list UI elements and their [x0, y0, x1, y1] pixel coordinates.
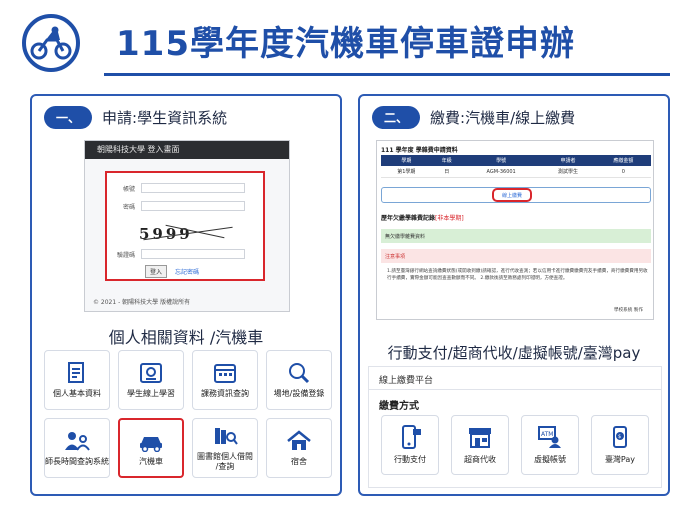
login-screenshot: 朝陽科技大學 登入畫面 帳號 密碼 5999 驗證碼 登入 忘記密碼 © 202… — [84, 140, 290, 312]
method-label: 臺灣Pay — [604, 455, 636, 464]
column-header: 學號 — [461, 155, 541, 166]
atm-virtual-account-icon: ATM — [538, 426, 561, 448]
column-header: 學期 — [381, 155, 432, 166]
motorcycle-rider-icon — [22, 14, 80, 72]
login-button[interactable]: 登入 — [145, 265, 168, 278]
fee-heading: 111 學年度 學雜費申請資料 — [381, 147, 458, 154]
tile-label: 課務資訊查詢 — [201, 388, 249, 398]
tile-dormitory[interactable]: 宿舍 — [266, 418, 332, 478]
tile-venue-booking[interactable]: 場地/設備登錄 — [266, 350, 332, 410]
step-title: 繳費:汽機車/線上繳費 — [430, 109, 576, 127]
method-convenience-store[interactable]: 超商代收 — [451, 415, 509, 475]
service-tile-grid: 個人基本資料 學生線上學習 課務資訊查詢 場地/設備登錄 師長時間查詢系統 汽機… — [44, 350, 332, 478]
platform-title: 線上繳費平台 — [379, 376, 434, 386]
tile-label: 學生線上學習 — [127, 388, 175, 398]
captcha-row: 驗證碼 — [113, 249, 245, 259]
method-label: 超商代收 — [464, 455, 496, 464]
teacher-student-icon — [65, 431, 90, 451]
platform-divider — [369, 389, 661, 390]
svg-text:$: $ — [618, 434, 621, 440]
magnifier-icon — [289, 362, 310, 383]
car-icon — [140, 436, 162, 452]
title-divider — [104, 73, 670, 76]
tile-label: 汽機車 — [139, 456, 163, 466]
svg-text:ATM: ATM — [541, 431, 553, 438]
table-cell: 日 — [431, 166, 462, 178]
method-virtual-account[interactable]: ATM 虛擬帳號 — [521, 415, 579, 475]
step-title: 申請:學生資訊系統 — [102, 109, 228, 127]
payment-screenshot: 111 學年度 學雜費申請資料 學期 年級 學號 申請者 應繳金額 第1學期 日… — [376, 140, 654, 320]
column-header: 應繳金額 — [595, 155, 651, 166]
tile-label: 場地/設備登錄 — [273, 388, 325, 398]
password-row: 密碼 — [113, 201, 245, 211]
tile-label: 個人基本資料 — [53, 388, 101, 398]
profile-document-icon — [68, 361, 84, 383]
section-title: 行動支付/超商代收/虛擬帳號/臺灣pay — [387, 344, 641, 362]
password-input[interactable] — [141, 201, 245, 211]
method-label: 行動支付 — [394, 455, 426, 464]
step-badge: 二、 — [372, 106, 421, 129]
no-debt-alert: 無欠繳學雜費資料 — [381, 229, 651, 243]
password-label: 密碼 — [122, 203, 135, 211]
login-window-title: 朝陽科技大學 登入畫面 — [85, 141, 289, 159]
notice-text: 1.請至臺灣銀行網站查詢繳費狀態(或開收到繳)請確認，進行代收查測；若以信用卡進… — [387, 269, 648, 281]
method-label: 虛擬帳號 — [534, 455, 566, 464]
tile-library[interactable]: 圖書館個人借閱 /查詢 — [192, 418, 258, 478]
apply-panel-header: 一、 申請:學生資訊系統 — [44, 106, 227, 129]
mobile-payment-icon — [402, 425, 421, 449]
tile-vehicle[interactable]: 汽機車 — [118, 418, 184, 478]
history-note: [非本學期] — [435, 215, 464, 222]
table-row: 第1學期 日 AGM-36001 測試學生 0 — [381, 166, 651, 178]
payment-method-grid: 行動支付 超商代收 ATM 虛擬帳號 $ 臺灣Pay — [381, 415, 649, 475]
tile-label: 師長時間查詢系統 — [45, 456, 109, 466]
step-badge: 一、 — [44, 106, 93, 129]
payment-platform: 線上繳費平台 繳費方式 行動支付 超商代收 ATM 虛擬帳號 $ 臺灣Pay — [368, 366, 662, 488]
payment-panel-header: 二、 繳費:汽機車/線上繳費 — [372, 106, 575, 129]
table-cell: 測試學生 — [540, 166, 596, 178]
signature: 學校系統 製作 — [613, 308, 643, 313]
column-header: 申請者 — [540, 155, 596, 166]
tile-label: 圖書館個人借閱 /查詢 — [197, 451, 253, 471]
page-title: 115學年度汽機車停車證申辦 — [116, 24, 575, 64]
account-input[interactable] — [141, 183, 245, 193]
method-mobile-payment[interactable]: 行動支付 — [381, 415, 439, 475]
method-taiwan-pay[interactable]: $ 臺灣Pay — [591, 415, 649, 475]
forgot-password-link[interactable]: 忘記密碼 — [175, 267, 199, 276]
table-cell: 第1學期 — [381, 166, 432, 178]
convenience-store-icon — [469, 428, 491, 448]
column-header: 年級 — [431, 155, 462, 166]
notice-title: 注意事項 — [381, 249, 651, 263]
library-books-icon — [215, 427, 238, 445]
account-row: 帳號 — [113, 183, 245, 193]
tile-online-learning[interactable]: 學生線上學習 — [118, 350, 184, 410]
account-label: 帳號 — [122, 185, 135, 193]
table-cell: 0 — [595, 166, 651, 178]
tile-course-info[interactable]: 課務資訊查詢 — [192, 350, 258, 410]
history-heading: 歷年欠繳學雜費記錄[非本學期] — [381, 213, 464, 222]
history-title: 歷年欠繳學雜費記錄 — [381, 215, 436, 222]
fee-table: 學期 年級 學號 申請者 應繳金額 第1學期 日 AGM-36001 測試學生 … — [381, 155, 651, 178]
tile-personal-info[interactable]: 個人基本資料 — [44, 350, 110, 410]
captcha-input[interactable] — [141, 249, 245, 259]
login-form-highlight: 帳號 密碼 5999 驗證碼 登入 忘記密碼 — [105, 171, 265, 281]
tile-teacher-hours[interactable]: 師長時間查詢系統 — [44, 418, 110, 478]
tile-label: 宿舍 — [291, 456, 307, 466]
dormitory-house-icon — [287, 430, 311, 450]
online-pay-button[interactable]: 線上繳費 — [492, 188, 532, 202]
table-cell: AGM-36001 — [461, 166, 541, 178]
online-learning-icon — [140, 362, 162, 383]
method-title: 繳費方式 — [379, 401, 419, 412]
fee-table-header: 學期 年級 學號 申請者 應繳金額 — [381, 155, 651, 166]
taiwan-pay-icon: $ — [613, 426, 627, 448]
section-title: 個人相關資料 /汽機車 — [108, 328, 264, 347]
login-actions: 登入 忘記密碼 — [145, 265, 199, 278]
captcha-label: 驗證碼 — [116, 251, 135, 259]
apply-panel: 一、 申請:學生資訊系統 朝陽科技大學 登入畫面 帳號 密碼 5999 驗證碼 … — [30, 94, 342, 496]
login-footer: © 2021 - 朝陽科技大學 版權說所有 — [93, 299, 191, 306]
calendar-icon — [214, 363, 236, 383]
pay-button-bar: 線上繳費 — [381, 187, 651, 203]
payment-panel: 二、 繳費:汽機車/線上繳費 111 學年度 學雜費申請資料 學期 年級 學號 … — [358, 94, 670, 496]
